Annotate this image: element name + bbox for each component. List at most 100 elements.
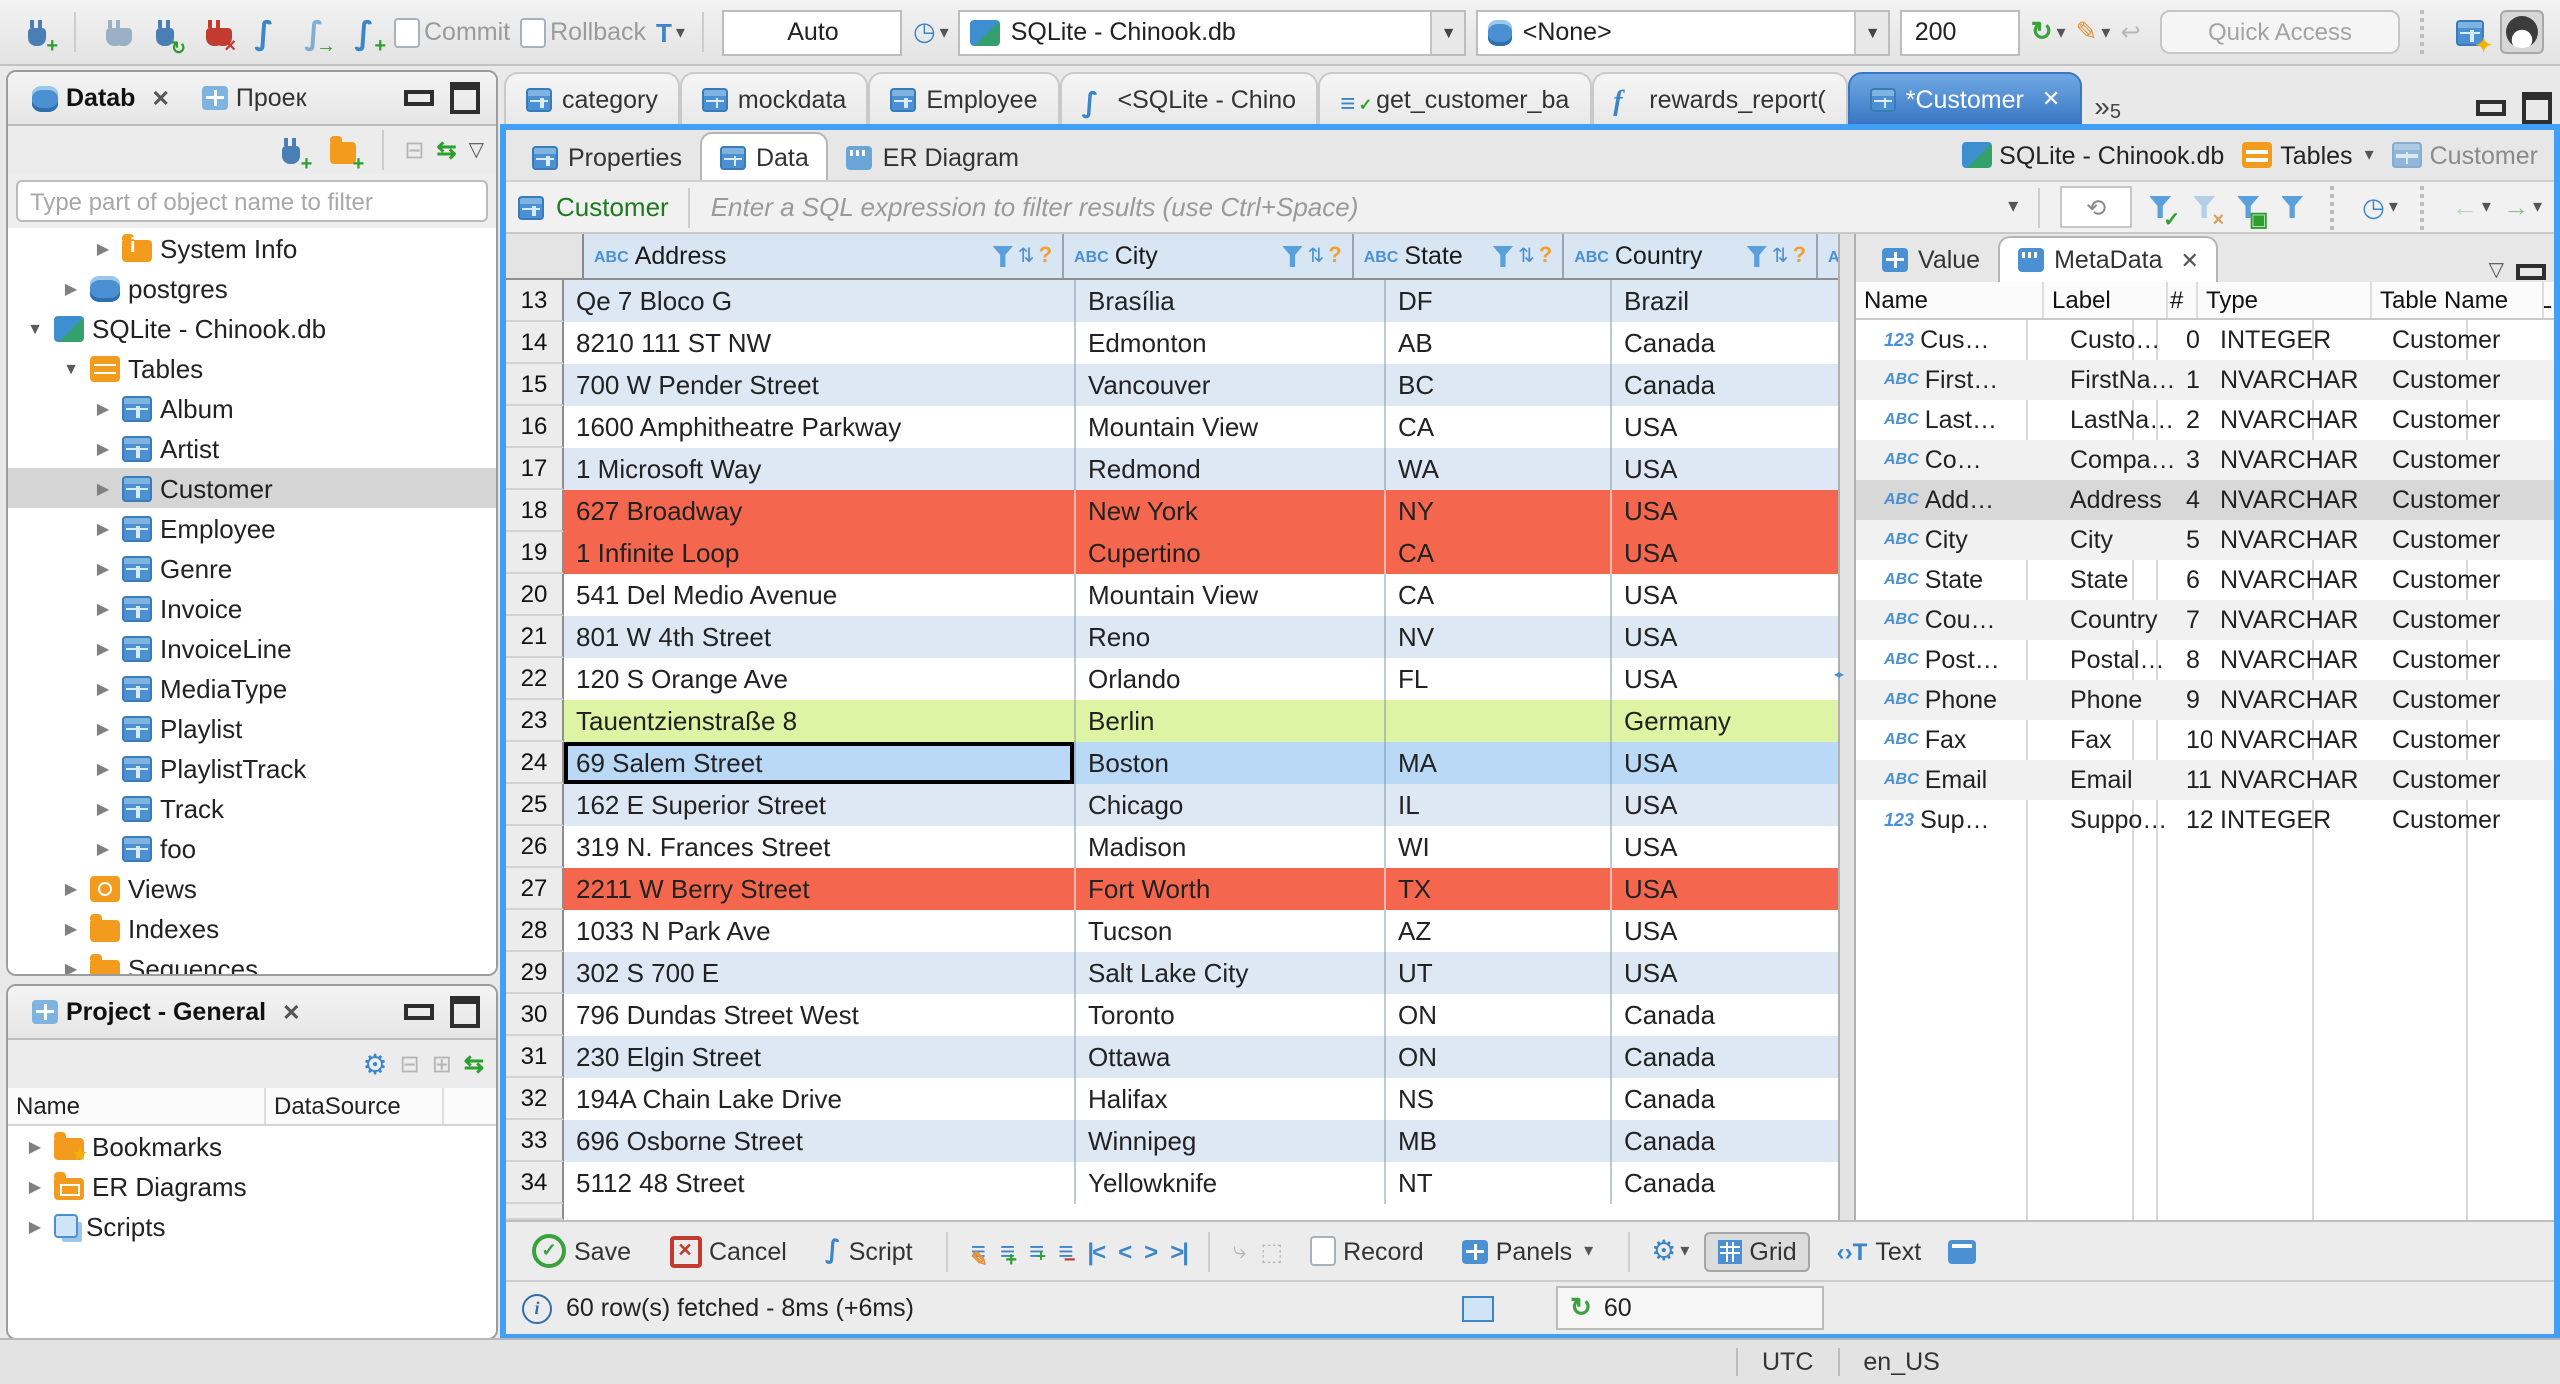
grid-view-button[interactable]: Grid (1703, 1231, 1811, 1271)
tree-item[interactable]: MediaType (8, 668, 496, 708)
column-header-state[interactable]: State ⇅? (1354, 234, 1565, 278)
tree-item[interactable]: Playlist (8, 708, 496, 748)
row-number[interactable]: 33 (506, 1120, 564, 1162)
cell-country[interactable]: Canada (1612, 1078, 1838, 1120)
editor-tab[interactable]: mockdata ✕ (679, 72, 869, 124)
cell-address[interactable]: 1600 Amphitheatre Parkway (564, 406, 1076, 448)
row-number[interactable]: 17 (506, 448, 564, 490)
cell-country[interactable]: USA (1612, 826, 1838, 868)
cell-state[interactable]: BC (1386, 364, 1612, 406)
row-number[interactable]: 16 (506, 406, 564, 448)
column-type[interactable]: Type (2198, 282, 2372, 318)
cell-country[interactable]: Brazil (1612, 280, 1838, 322)
remove-filter-button[interactable]: × (2188, 191, 2224, 230)
cell-country[interactable]: USA (1612, 952, 1838, 994)
fetch-prev-button[interactable]: ← (2452, 192, 2491, 222)
cell-city[interactable]: Fort Worth (1076, 868, 1386, 910)
meta-type[interactable]: NVARCHAR (2212, 520, 2384, 560)
metadata-row[interactable]: Post… Postal… 8 NVARCHAR Customer 2,147,… (1856, 640, 2554, 680)
tab-projects[interactable]: Проек (186, 76, 323, 120)
cell-state[interactable]: FL (1386, 658, 1612, 700)
cell-state[interactable]: UT (1386, 952, 1612, 994)
cell-state[interactable]: NV (1386, 616, 1612, 658)
cell-country[interactable]: Canada (1612, 1036, 1838, 1078)
metadata-row[interactable]: Last… LastNa… 2 NVARCHAR Customer 2,147,… (1856, 400, 2554, 440)
panel-toggle-icon[interactable] (1462, 1295, 1494, 1321)
expand-arrow-icon[interactable] (92, 599, 114, 617)
tree-item[interactable]: Artist (8, 428, 496, 468)
table-row[interactable]: 24 69 Salem Street Boston MA USA 21 (506, 742, 1838, 784)
cell-country[interactable]: Canada (1612, 1120, 1838, 1162)
row-number[interactable]: 13 (506, 280, 564, 322)
cell-country[interactable]: USA (1612, 574, 1838, 616)
cell-city[interactable]: Toronto (1076, 994, 1386, 1036)
cell-city[interactable]: Orlando (1076, 658, 1386, 700)
cell-city[interactable]: New York (1076, 490, 1386, 532)
tab-metadata[interactable]: MetaData ✕ (1998, 236, 2219, 282)
cell-address[interactable]: 2211 W Berry Street (564, 868, 1076, 910)
cell-address[interactable]: 1 Microsoft Way (564, 448, 1076, 490)
meta-label[interactable]: State (2062, 560, 2184, 600)
cell-city[interactable]: Salt Lake City (1076, 952, 1386, 994)
row-number[interactable]: 28 (506, 910, 564, 952)
row-number[interactable]: 24 (506, 742, 564, 784)
meta-name[interactable]: Phone (1856, 680, 2062, 720)
cell-address[interactable]: 5112 48 Street (564, 1162, 1076, 1204)
meta-ordinal[interactable]: 6 (2184, 560, 2212, 600)
tree-item[interactable]: Invoice (8, 588, 496, 628)
meta-label[interactable]: Fax (2062, 720, 2184, 760)
meta-table-name[interactable]: Customer (2384, 480, 2554, 520)
column-header-country[interactable]: Country ⇅? (1564, 234, 1819, 278)
cell-country[interactable]: Canada (1612, 322, 1838, 364)
close-icon[interactable]: ✕ (2181, 247, 2199, 273)
meta-table-name[interactable]: Customer (2384, 520, 2554, 560)
expand-arrow-icon[interactable] (92, 839, 114, 857)
meta-table-name[interactable]: Customer (2384, 400, 2554, 440)
connect-button[interactable] (94, 12, 134, 52)
metadata-row[interactable]: First… FirstNa… 1 NVARCHAR Customer 2,14… (1856, 360, 2554, 400)
minimize-icon[interactable] (2476, 100, 2506, 116)
tree-item[interactable]: Sequences (8, 948, 496, 974)
cell-country[interactable]: Canada (1612, 994, 1838, 1036)
table-row[interactable]: 20 541 Del Medio Avenue Mountain View CA… (506, 574, 1838, 616)
collapse-all-icon[interactable]: ⊟ (400, 1050, 420, 1078)
meta-ordinal[interactable]: 4 (2184, 480, 2212, 520)
autocommit-select[interactable]: Auto (722, 9, 903, 55)
cell-country[interactable]: USA (1612, 490, 1838, 532)
expand-arrow-icon[interactable] (92, 719, 114, 737)
text-view-button[interactable]: ‹›T Text (1825, 1233, 1934, 1269)
row-number[interactable]: 19 (506, 532, 564, 574)
disconnect-button[interactable]: × (194, 12, 236, 57)
meta-table-name[interactable]: Customer (2384, 800, 2554, 840)
cell-city[interactable]: Tucson (1076, 910, 1386, 952)
cell-address[interactable]: 1 Infinite Loop (564, 532, 1076, 574)
metadata-row[interactable]: Fax Fax 10 NVARCHAR Customer 2,147,483 (1856, 720, 2554, 760)
tree-item[interactable]: PlaylistTrack (8, 748, 496, 788)
meta-label[interactable]: Postal… (2062, 640, 2184, 680)
expand-arrow-icon[interactable] (24, 1137, 46, 1155)
filter-icon[interactable] (1491, 245, 1514, 267)
new-sql-script-button[interactable]: ∫ + (344, 12, 386, 57)
connection-select[interactable]: SQLite - Chinook.db ▼ (958, 9, 1467, 55)
expand-arrow-icon[interactable] (60, 359, 82, 377)
table-row[interactable]: 13 Qe 7 Bloco G Brasília DF Brazil 71 (506, 280, 1838, 322)
transaction-log-button[interactable]: ◷ (913, 16, 949, 48)
calc-panel-icon[interactable] (1947, 1239, 1976, 1263)
schema-select[interactable]: <None> ▼ (1476, 9, 1891, 55)
expand-arrow-icon[interactable] (92, 399, 114, 417)
minimize-icon[interactable] (404, 90, 434, 106)
edit-row-button[interactable]: ≡ ✎ (971, 1236, 988, 1271)
meta-label[interactable]: Suppo… (2062, 800, 2184, 840)
last-row-button[interactable]: >| (1170, 1237, 1189, 1265)
expand-arrow-icon[interactable] (92, 239, 114, 257)
table-row[interactable]: 29 302 S 700 E Salt Lake City UT USA 84 (506, 952, 1838, 994)
meta-name[interactable]: State (1856, 560, 2062, 600)
cell-city[interactable]: Boston (1076, 742, 1386, 784)
metadata-row[interactable]: State State 6 NVARCHAR Customer 2,147,48… (1856, 560, 2554, 600)
column-name[interactable]: Name (1856, 282, 2044, 318)
meta-label[interactable]: LastNa… (2062, 400, 2184, 440)
tab-overflow-button[interactable]: » 5 (2094, 90, 2121, 124)
cell-state[interactable]: WI (1386, 826, 1612, 868)
maximize-icon[interactable] (2522, 92, 2552, 124)
meta-name[interactable]: Cus… (1856, 320, 2062, 360)
